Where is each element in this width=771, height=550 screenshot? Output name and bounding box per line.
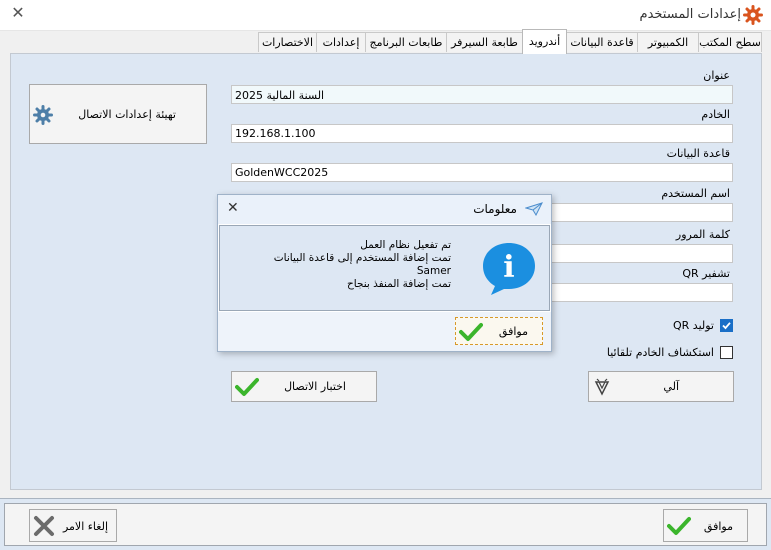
cancel-label: إلغاء الامر (62, 520, 108, 533)
tab-android[interactable]: أندرويد (522, 29, 567, 54)
tab-desktop[interactable]: سطح المكتب (698, 32, 762, 52)
cancel-button[interactable]: إلغاء الامر (29, 509, 117, 542)
ok-label: موافق (703, 520, 733, 533)
setup-connection-button[interactable]: تهيئة إعدادات الاتصال (29, 84, 207, 144)
database-label: قاعدة البيانات (666, 147, 730, 160)
ok-button[interactable]: موافق (663, 509, 748, 542)
info-icon: i (483, 243, 535, 295)
gear-icon (33, 105, 53, 125)
address-label: عنوان (703, 69, 730, 82)
window-close-icon[interactable]: ✕ (8, 3, 28, 22)
qr-encrypt-label: تشفير QR (682, 267, 730, 280)
dialog-message-line: Samer (416, 265, 451, 277)
window-title: إعدادات المستخدم (639, 7, 741, 22)
tab-shortcuts[interactable]: الاختصارات (258, 32, 317, 52)
footer-inner (4, 503, 767, 546)
cancel-x-icon (34, 516, 54, 536)
qr-generate-checkbox[interactable] (720, 319, 733, 332)
dialog-message-line: تم تفعيل نظام العمل (360, 239, 451, 251)
password-label: كلمة المرور (675, 228, 730, 241)
server-label: الخادم (701, 108, 730, 121)
test-connection-button[interactable]: اختبار الاتصال (231, 371, 377, 402)
dialog-header: ✕ معلومات (218, 195, 551, 224)
qr-generate-label: توليد QR (673, 319, 714, 332)
magic-wand-icon (594, 378, 610, 396)
auto-discover-label: استكشاف الخادم تلقائيا (606, 346, 714, 359)
dialog-ok-label: موافق (498, 325, 528, 338)
checkmark-icon (722, 322, 731, 330)
tab-server-printer[interactable]: طابعة السيرفر (446, 32, 523, 52)
checkmark-icon (667, 517, 691, 535)
tab-program-printers[interactable]: طابعات البرنامج (365, 32, 447, 52)
setup-connection-label: تهيئة إعدادات الاتصال (78, 108, 176, 121)
info-dialog: ✕ معلومات تم تفعيل نظام العمل تمت إضافة … (217, 194, 552, 352)
svg-text:i: i (503, 250, 514, 285)
checkmark-icon (235, 378, 259, 396)
address-value: السنة المالية 2025 (235, 89, 325, 102)
username-label: اسم المستخدم (661, 187, 730, 200)
dialog-body: تم تفعيل نظام العمل تمت إضافة المستخدم إ… (219, 225, 550, 311)
auto-discover-checkbox[interactable] (720, 346, 733, 359)
dialog-title: معلومات (473, 202, 517, 216)
dialog-message-line: تمت إضافة المستخدم إلى قاعدة البيانات (273, 252, 451, 264)
dialog-message-line: تمت إضافة المنفذ بنجاح (346, 278, 451, 290)
dialog-close-icon[interactable]: ✕ (227, 200, 239, 216)
server-field[interactable]: 192.168.1.100 (231, 124, 733, 143)
address-field[interactable]: السنة المالية 2025 (231, 85, 733, 104)
settings-gear-icon (743, 5, 763, 25)
paper-plane-icon (525, 202, 543, 216)
database-field[interactable]: GoldenWCC2025 (231, 163, 733, 182)
auto-button[interactable]: آلي (588, 371, 734, 402)
dialog-ok-button[interactable]: موافق (455, 317, 543, 345)
tab-settings[interactable]: إعدادات (316, 32, 366, 52)
dialog-footer: موافق (218, 312, 551, 351)
auto-label: آلي (663, 380, 679, 393)
checkmark-icon (459, 323, 483, 341)
tab-computer[interactable]: الكمبيوتر (637, 32, 699, 52)
test-connection-label: اختبار الاتصال (284, 380, 346, 393)
tab-database[interactable]: قاعدة البيانات (566, 32, 638, 52)
